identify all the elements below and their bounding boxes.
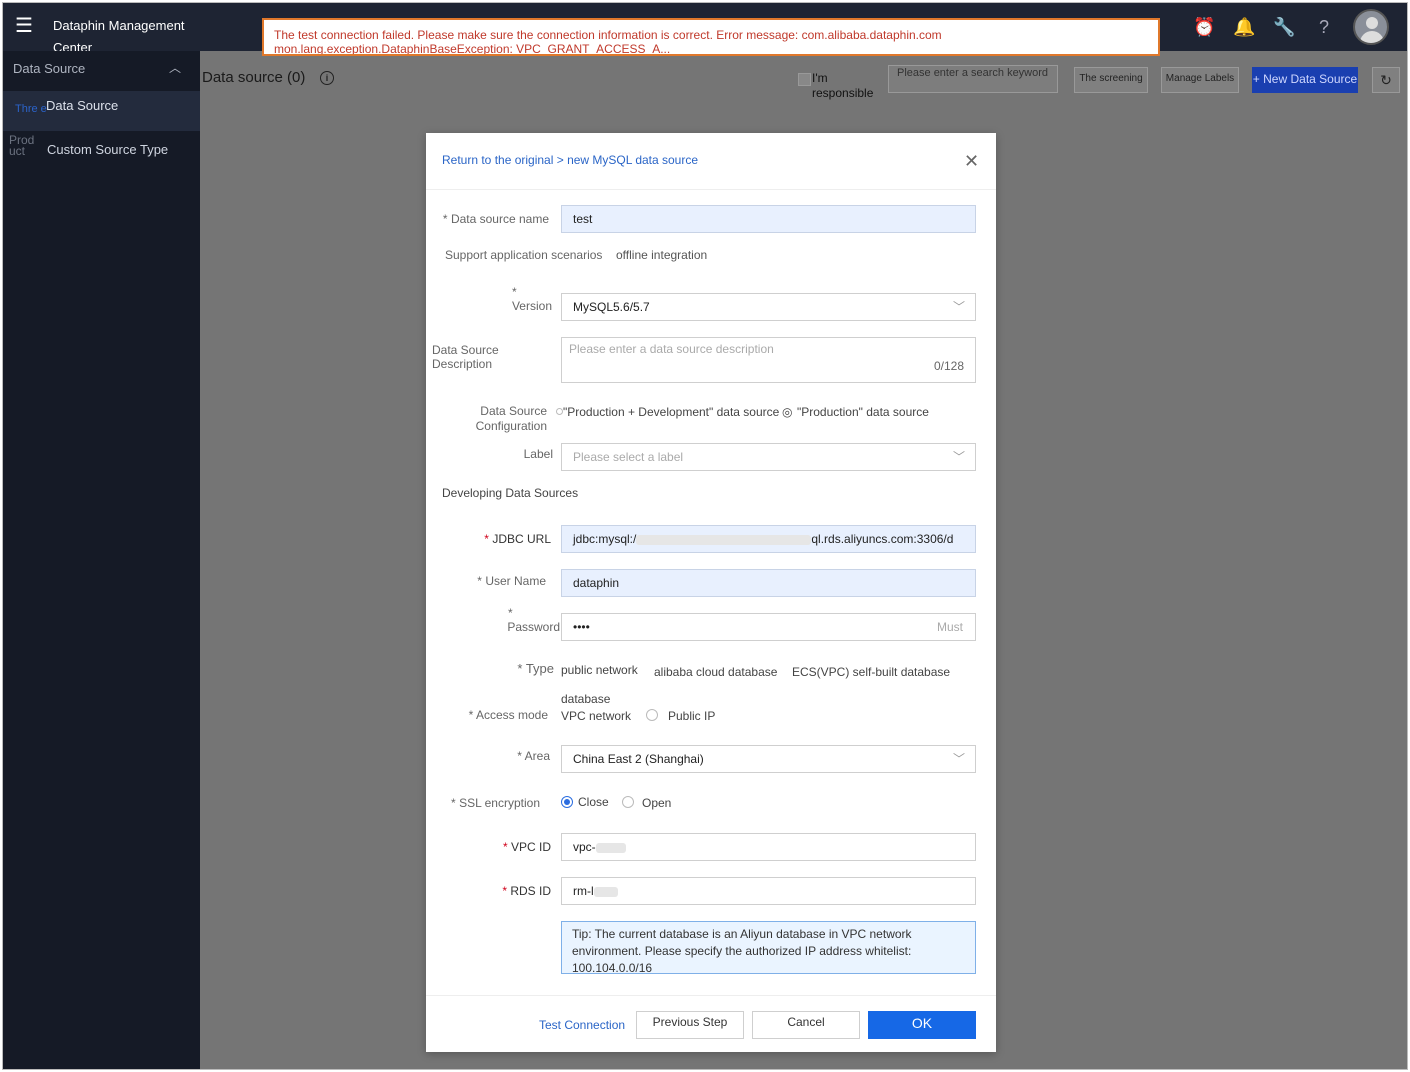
scenarios-label: Support application scenarios	[445, 248, 603, 262]
responsible-checkbox[interactable]	[798, 73, 811, 86]
page-title: Data source (0)	[202, 69, 306, 86]
label-label: Label	[523, 447, 553, 461]
ssl-radio-close[interactable]	[561, 796, 573, 808]
name-label: * Data source name	[442, 212, 549, 226]
description-counter: 0/128	[933, 359, 964, 373]
config-option-prod[interactable]: "Production" data source	[797, 405, 929, 419]
type-label: * Type	[517, 661, 554, 676]
chevron-down-icon: ﹀	[952, 752, 965, 766]
breadcrumb[interactable]: Return to the original > new MySQL data …	[442, 153, 698, 167]
test-connection-button[interactable]: Test Connection	[539, 1018, 625, 1032]
config-radio-prod[interactable]: ◎	[782, 405, 792, 419]
modal-footer: Test Connection Previous Step Cancel OK	[426, 995, 996, 1053]
user-label: * User Name	[477, 574, 546, 588]
top-icons: ⏰ 🔔 🔧 ?	[1193, 9, 1389, 45]
password-label: * Password	[507, 606, 560, 634]
responsible-label: I'm responsible	[812, 71, 874, 100]
dev-section-title: Developing Data Sources	[442, 486, 579, 500]
description-label: Data Source Description	[432, 343, 499, 371]
bell-icon[interactable]: 🔔	[1233, 16, 1255, 38]
chevron-down-icon: ﹀	[952, 300, 965, 314]
refresh-icon[interactable]: ↻	[1372, 67, 1400, 93]
ok-button[interactable]: OK	[868, 1011, 976, 1039]
version-label: * Version	[511, 285, 552, 313]
wrench-icon[interactable]: 🔧	[1273, 16, 1295, 38]
jdbc-label: * JDBC URL	[484, 532, 551, 546]
version-select[interactable]: MySQL5.6/5.7 ﹀	[561, 293, 976, 321]
description-textarea[interactable]: Please enter a data source description 0/…	[561, 337, 976, 383]
type-option-alibaba[interactable]: alibaba cloud database	[654, 665, 777, 679]
screening-button[interactable]: The screening	[1074, 67, 1148, 93]
cancel-button[interactable]: Cancel	[752, 1011, 860, 1039]
password-input[interactable]: •••• Must	[561, 613, 976, 641]
config-label: Data Source Configuration	[475, 404, 547, 433]
vpc-id-label: * VPC ID	[502, 840, 551, 854]
type-option-public[interactable]: public network	[561, 663, 638, 677]
rds-id-input[interactable]: rm-l	[561, 877, 976, 905]
chevron-up-icon[interactable]: ︿	[169, 59, 181, 76]
alarm-icon[interactable]: ⏰	[1193, 16, 1215, 38]
sidebar-group-label[interactable]: Data Source	[13, 61, 85, 76]
search-input[interactable]: Please enter a search keyword	[888, 65, 1058, 93]
type-option-ecs[interactable]: ECS(VPC) self-built database	[792, 665, 950, 679]
access-option-vpc[interactable]: VPC network	[561, 709, 631, 723]
access-radio-public-ip[interactable]	[646, 709, 658, 721]
rds-id-label: * RDS ID	[502, 884, 551, 898]
config-option-prod-dev[interactable]: "Production + Development" data source	[563, 405, 779, 419]
sidebar: Data Source ︿ Thre e Data Source Prod uc…	[3, 51, 200, 1069]
sidebar-ghost-text: Thre e	[15, 103, 47, 115]
sidebar-ghost-text: Prod uct	[9, 133, 35, 158]
sidebar-item-label[interactable]: Data Source	[46, 98, 118, 113]
ssl-option-close[interactable]: Close	[578, 795, 609, 809]
previous-step-button[interactable]: Previous Step	[636, 1011, 744, 1039]
app-window: ☰ Dataphin Management Center ⏰ 🔔 🔧 ? The…	[2, 2, 1408, 1070]
close-icon[interactable]: ✕	[964, 151, 979, 172]
modal-header: Return to the original > new MySQL data …	[426, 133, 996, 190]
username-input[interactable]: dataphin	[561, 569, 976, 597]
jdbc-url-input[interactable]: jdbc:mysql:/ql.rds.aliyuncs.com:3306/d	[561, 525, 976, 553]
error-banner: The test connection failed. Please make …	[262, 18, 1160, 56]
chevron-down-icon: ﹀	[952, 450, 965, 464]
info-icon[interactable]: i	[320, 71, 334, 85]
avatar[interactable]	[1353, 9, 1389, 45]
config-radio-prod-dev[interactable]	[556, 408, 563, 415]
access-label: * Access mode	[468, 708, 548, 722]
menu-icon[interactable]: ☰	[13, 15, 35, 37]
access-option-public-ip[interactable]: Public IP	[668, 709, 715, 723]
area-label: * Area	[517, 749, 550, 763]
area-select[interactable]: China East 2 (Shanghai) ﹀	[561, 745, 976, 773]
tip-box: Tip: The current database is an Aliyun d…	[561, 921, 976, 975]
scenarios-value: offline integration	[616, 248, 708, 262]
password-hint: Must	[936, 620, 963, 634]
label-select[interactable]: Please select a label ﹀	[561, 443, 976, 471]
new-datasource-modal: Return to the original > new MySQL data …	[426, 133, 996, 1052]
type-option-wrap: database	[561, 692, 611, 706]
ssl-option-open[interactable]: Open	[642, 796, 671, 810]
sidebar-item-custom-source-type[interactable]: Custom Source Type	[47, 142, 168, 157]
ssl-label: * SSL encryption	[451, 796, 540, 810]
ssl-radio-open[interactable]	[622, 796, 634, 808]
manage-labels-button[interactable]: Manage Labels	[1161, 67, 1239, 93]
help-icon[interactable]: ?	[1313, 16, 1335, 38]
vpc-id-input[interactable]: vpc-	[561, 833, 976, 861]
new-data-source-button[interactable]: + New Data Source	[1252, 67, 1358, 93]
data-source-name-input[interactable]: test	[561, 205, 976, 233]
